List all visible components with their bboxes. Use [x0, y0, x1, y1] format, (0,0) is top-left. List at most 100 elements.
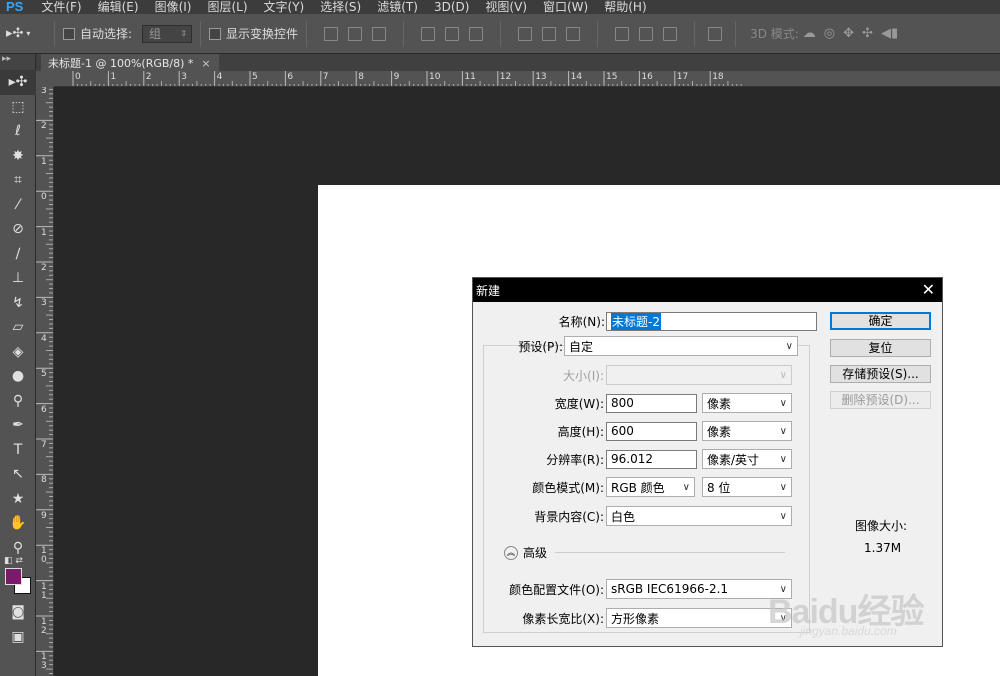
- menu-image[interactable]: 图像(I): [147, 0, 200, 14]
- distribute-bottom-icon[interactable]: [566, 26, 581, 41]
- width-value: 800: [611, 396, 634, 410]
- menu-edit[interactable]: 编辑(E): [90, 0, 147, 14]
- divider: [597, 20, 599, 47]
- ruler-label: 7: [41, 440, 47, 450]
- distribute-left-icon[interactable]: [615, 26, 630, 41]
- advanced-toggle[interactable]: ︽ 高级: [504, 544, 786, 561]
- auto-select-dropdown[interactable]: 组 ⇕: [142, 24, 193, 43]
- magic-wand-tool-icon[interactable]: ✸: [0, 144, 36, 169]
- tool-preset-picker[interactable]: ▸✣ ▾: [6, 26, 46, 41]
- resolution-field[interactable]: 96.012: [606, 449, 697, 469]
- lasso-tool-icon[interactable]: ℓ: [0, 119, 36, 144]
- eyedropper-tool-icon[interactable]: ⁄: [0, 193, 36, 218]
- color-profile-dropdown[interactable]: sRGB IEC61966-2.1 ∨: [606, 579, 792, 599]
- default-colors-icon[interactable]: ◧ ⇄: [4, 556, 23, 566]
- resolution-label: 分辨率(R):: [546, 452, 604, 467]
- height-label: 高度(H):: [557, 424, 604, 439]
- shape-tool-icon[interactable]: ★: [0, 487, 36, 512]
- pan-3d-icon[interactable]: ✥: [843, 26, 854, 41]
- ruler-label: 11: [464, 72, 476, 82]
- marquee-tool-icon[interactable]: ⬚: [0, 95, 36, 120]
- distribute-right-icon[interactable]: [663, 26, 678, 41]
- eraser-tool-icon[interactable]: ▱: [0, 315, 36, 340]
- history-brush-tool-icon[interactable]: ↯: [0, 291, 36, 316]
- height-field[interactable]: 600: [606, 421, 697, 441]
- show-transform-checkbox[interactable]: [209, 27, 222, 40]
- menu-file[interactable]: 文件(F): [33, 0, 89, 14]
- ruler-label: 17: [676, 72, 689, 82]
- background-dropdown[interactable]: 白色 ∨: [606, 506, 792, 526]
- foreground-color-swatch[interactable]: [5, 568, 22, 585]
- distribute-top-icon[interactable]: [518, 26, 533, 41]
- distribute-hcenter-icon[interactable]: [639, 26, 654, 41]
- scale-3d-icon[interactable]: ◀▮: [881, 26, 898, 41]
- height-value: 600: [611, 424, 634, 438]
- orbit-3d-icon[interactable]: ☁: [803, 26, 816, 41]
- photoshop-logo: PS: [6, 0, 24, 14]
- menu-filter[interactable]: 滤镜(T): [369, 0, 426, 14]
- menu-help[interactable]: 帮助(H): [596, 0, 654, 14]
- name-field[interactable]: 未标题-2: [606, 312, 817, 331]
- resolution-unit-dropdown[interactable]: 像素/英寸 ∨: [702, 449, 792, 469]
- screen-mode-icon[interactable]: ▣: [0, 625, 36, 650]
- move-tool-icon[interactable]: ▸✣: [0, 70, 36, 95]
- auto-select-checkbox[interactable]: [63, 27, 75, 40]
- align-right-icon[interactable]: [469, 26, 484, 41]
- ruler-label: 1: [41, 227, 47, 238]
- menu-type[interactable]: 文字(Y): [256, 0, 313, 14]
- pen-tool-icon[interactable]: ✒: [0, 413, 36, 438]
- collapse-icon[interactable]: ︽: [504, 545, 518, 560]
- align-bottom-icon[interactable]: [372, 26, 387, 41]
- size-row: 大小(I): ∨: [473, 365, 792, 385]
- divider: [403, 20, 405, 47]
- ruler-label: 5: [252, 72, 258, 82]
- show-transform-label: 显示变换控件: [226, 27, 299, 41]
- dodge-tool-icon[interactable]: ⚲: [0, 389, 36, 414]
- save-preset-button[interactable]: 存储预设(S)...: [830, 365, 931, 383]
- color-mode-dropdown[interactable]: RGB 颜色 ∨: [606, 477, 695, 497]
- reset-button[interactable]: 复位: [830, 339, 931, 357]
- brush-tool-icon[interactable]: ∕: [0, 242, 36, 267]
- resolution-unit: 像素/英寸: [707, 452, 760, 467]
- toolbox-collapse-icon[interactable]: ▸▸: [0, 54, 35, 70]
- ruler-label: 2: [41, 263, 47, 273]
- width-field[interactable]: 800: [606, 393, 697, 413]
- menu-view[interactable]: 视图(V): [477, 0, 535, 14]
- preset-dropdown[interactable]: 自定 ∨: [564, 336, 798, 356]
- blur-tool-icon[interactable]: ●: [0, 364, 36, 389]
- hand-tool-icon[interactable]: ✋: [0, 511, 36, 536]
- height-unit-dropdown[interactable]: 像素 ∨: [702, 421, 792, 441]
- ok-button[interactable]: 确定: [830, 312, 931, 330]
- align-hcenter-icon[interactable]: [445, 26, 460, 41]
- width-unit-dropdown[interactable]: 像素 ∨: [702, 393, 792, 413]
- chevron-down-icon: ∨: [779, 453, 787, 465]
- stepper-icon: ⇕: [180, 29, 188, 38]
- quick-mask-icon[interactable]: ◙: [0, 600, 36, 625]
- resolution-row: 分辨率(R): 96.012 像素/英寸 ∨: [473, 449, 792, 469]
- crop-tool-icon[interactable]: ⌗: [0, 168, 36, 193]
- slide-3d-icon[interactable]: ✣: [862, 26, 873, 41]
- document-tab[interactable]: 未标题-1 @ 100%(RGB/8) * ×: [41, 54, 219, 71]
- clone-stamp-tool-icon[interactable]: ⊥: [0, 266, 36, 291]
- paint-bucket-tool-icon[interactable]: ◈: [0, 340, 36, 365]
- pixel-aspect-dropdown[interactable]: 方形像素 ∨: [606, 608, 792, 628]
- menu-layer[interactable]: 图层(L): [199, 0, 255, 14]
- align-top-icon[interactable]: [324, 26, 339, 41]
- healing-brush-tool-icon[interactable]: ⊘: [0, 217, 36, 242]
- distribute-vcenter-icon[interactable]: [542, 26, 557, 41]
- auto-align-icon[interactable]: [708, 26, 723, 41]
- menu-window[interactable]: 窗口(W): [535, 0, 596, 14]
- bit-depth-dropdown[interactable]: 8 位 ∨: [702, 477, 792, 497]
- ruler-label: 3: [41, 87, 47, 96]
- align-buttons: [319, 26, 391, 41]
- align-vcenter-icon[interactable]: [348, 26, 363, 41]
- close-icon[interactable]: ×: [201, 57, 210, 70]
- align-left-icon[interactable]: [421, 26, 436, 41]
- menu-select[interactable]: 选择(S): [312, 0, 369, 14]
- roll-3d-icon[interactable]: ◎: [824, 26, 835, 41]
- close-icon[interactable]: ✕: [922, 280, 935, 299]
- type-tool-icon[interactable]: T: [0, 438, 36, 463]
- path-selection-tool-icon[interactable]: ↖: [0, 462, 36, 487]
- name-value: 未标题-2: [611, 313, 661, 330]
- menu-3d[interactable]: 3D(D): [426, 0, 477, 14]
